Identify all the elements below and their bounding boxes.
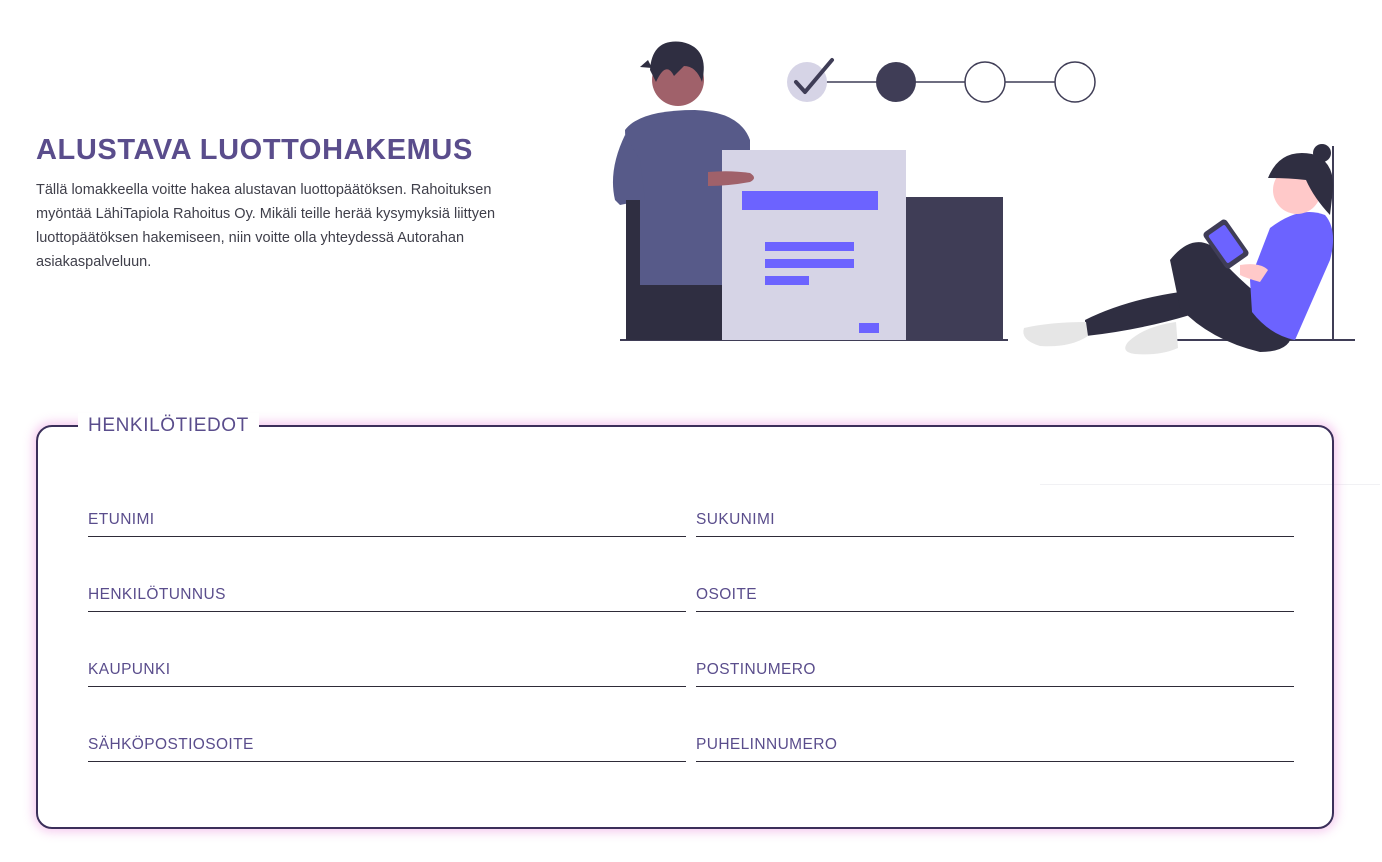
personal-info-fieldset: HENKILÖTIEDOT ETUNIMI SUKUNIMI HENKILÖTU… — [36, 413, 1334, 829]
postal-code-field[interactable]: POSTINUMERO — [696, 647, 1298, 687]
step-3 — [964, 61, 1006, 103]
progress-stepper — [787, 58, 1096, 103]
phone-input[interactable] — [696, 737, 1298, 759]
intro-section: ALUSTAVA LUOTTOHAKEMUS Tällä lomakkeella… — [36, 132, 546, 274]
sitting-person — [1023, 144, 1355, 355]
city-input[interactable] — [88, 662, 690, 684]
postal-code-input[interactable] — [696, 662, 1298, 684]
personal-id-field[interactable]: HENKILÖTUNNUS — [88, 572, 690, 612]
step-1-completed — [787, 62, 827, 102]
page-title: ALUSTAVA LUOTTOHAKEMUS — [36, 134, 473, 166]
address-field[interactable]: OSOITE — [696, 572, 1298, 612]
step-4 — [1054, 61, 1096, 103]
form-filling-illustration — [612, 41, 1355, 355]
personal-id-input[interactable] — [88, 587, 690, 609]
last-name-field[interactable]: SUKUNIMI — [696, 497, 1298, 537]
last-name-input[interactable] — [696, 512, 1298, 534]
step-2-current — [876, 62, 916, 102]
phone-field[interactable]: PUHELINNUMERO — [696, 722, 1298, 762]
first-name-field[interactable]: ETUNIMI — [88, 497, 690, 537]
intro-description: Tällä lomakkeella voitte hakea alustavan… — [36, 182, 496, 270]
email-field[interactable]: SÄHKÖPOSTIOSOITE — [88, 722, 690, 762]
first-name-input[interactable] — [88, 512, 690, 534]
address-input[interactable] — [696, 587, 1298, 609]
hero-illustration — [600, 30, 1370, 370]
dark-box — [906, 197, 1003, 340]
city-field[interactable]: KAUPUNKI — [88, 647, 690, 687]
fieldset-legend: HENKILÖTIEDOT — [78, 413, 259, 439]
email-input[interactable] — [88, 737, 690, 759]
